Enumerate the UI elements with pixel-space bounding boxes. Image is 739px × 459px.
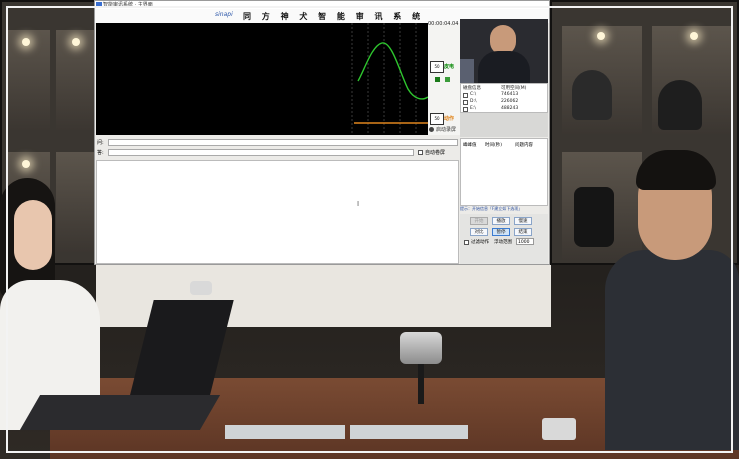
transcript-area[interactable] bbox=[96, 160, 459, 264]
auto-scroll-label[interactable]: 自动卷屏 bbox=[425, 149, 445, 156]
control-buttons: 开始 播放 慢速 对比 暂停 结束 过滤动作 浮动范围 1000 bbox=[460, 214, 548, 264]
filter-motion-checkbox[interactable] bbox=[464, 240, 469, 245]
start-button[interactable]: 开始 bbox=[470, 217, 488, 225]
disk-checkbox[interactable] bbox=[463, 93, 468, 98]
disk-space: 488243 bbox=[501, 106, 519, 111]
peak-col-question: 问题内容 bbox=[515, 143, 533, 148]
logo: sinapi bbox=[215, 11, 233, 18]
speaker bbox=[574, 187, 614, 247]
disk-header-name: 磁盘信息 bbox=[463, 86, 481, 91]
gsr-settings-icon[interactable] bbox=[445, 77, 450, 82]
end-button[interactable]: 结束 bbox=[514, 228, 532, 236]
helmet bbox=[658, 80, 702, 130]
peak-col-peak: 峰峰值 bbox=[463, 143, 477, 148]
window-titlebar: 智能审讯系统 · 主界面 bbox=[95, 1, 549, 9]
tray bbox=[350, 425, 468, 439]
question-row: 问: bbox=[96, 138, 459, 148]
answer-row: 答: 自动卷屏 bbox=[96, 148, 459, 158]
disk-space: 226062 bbox=[501, 99, 519, 104]
start-recording-label[interactable]: 启动录屏 bbox=[436, 126, 456, 133]
helmet bbox=[572, 70, 612, 120]
float-range-label: 浮动范围 bbox=[494, 240, 512, 245]
auto-scroll-checkbox[interactable] bbox=[418, 150, 423, 155]
disk-spacer bbox=[460, 113, 548, 137]
webcam bbox=[190, 281, 212, 295]
gsr-indicator-icon bbox=[435, 77, 440, 82]
disk-drive: E:\ bbox=[470, 106, 476, 111]
hint-text: 提示：开始信息「F建立如下选项」 bbox=[460, 206, 523, 211]
signal-chart bbox=[96, 23, 429, 135]
text-cursor-icon: I bbox=[357, 200, 360, 208]
motion-label: 动作 bbox=[444, 116, 455, 122]
slow-button[interactable]: 慢速 bbox=[514, 217, 532, 225]
record-icon[interactable] bbox=[429, 127, 434, 132]
answer-label: 答: bbox=[97, 150, 104, 156]
mic-stand bbox=[418, 364, 424, 404]
person-right-body bbox=[605, 250, 739, 450]
float-range-input[interactable]: 1000 bbox=[516, 238, 534, 245]
disk-space: 746413 bbox=[501, 92, 519, 97]
answer-input[interactable] bbox=[108, 149, 414, 156]
person-left-face bbox=[14, 200, 52, 270]
disk-checkbox[interactable] bbox=[463, 100, 468, 105]
question-input[interactable] bbox=[108, 139, 458, 146]
window-title: 智能审讯系统 · 主界面 bbox=[103, 2, 153, 8]
video-bg bbox=[460, 59, 474, 83]
lower-scale-input[interactable]: 50 bbox=[430, 113, 444, 125]
peak-col-time: 时间(秒) bbox=[485, 143, 503, 148]
signal-chart-svg bbox=[351, 23, 429, 135]
tray bbox=[225, 425, 345, 439]
disk-info-panel: 磁盘信息 可用空间(M) C:\ 746413 D:\ 226062 E:\ 4… bbox=[460, 83, 548, 113]
microphone-sensor bbox=[400, 332, 442, 364]
disk-drive: D:\ bbox=[470, 99, 477, 104]
filter-motion-label[interactable]: 过滤动作 bbox=[471, 239, 489, 245]
device-box bbox=[542, 418, 576, 440]
app-icon bbox=[96, 2, 102, 8]
elapsed-timer: 00:00:04.04 bbox=[428, 21, 459, 27]
laptop-keyboard bbox=[19, 395, 221, 430]
compare-button[interactable]: 对比 bbox=[470, 228, 488, 236]
question-label: 问: bbox=[97, 140, 104, 146]
play-button[interactable]: 播放 bbox=[492, 217, 510, 225]
gsr-label: 皮电 bbox=[444, 64, 455, 70]
disk-header-space: 可用空间(M) bbox=[501, 86, 527, 91]
system-title: 同 方 神 犬 智 能 审 讯 系 统 bbox=[243, 12, 425, 21]
app-window: 智能审讯系统 · 主界面 sinapi 同 方 神 犬 智 能 审 讯 系 统 … bbox=[94, 0, 550, 265]
peak-table: 峰峰值 时间(秒) 问题内容 bbox=[460, 138, 548, 206]
video-feed bbox=[460, 19, 548, 83]
upper-scale-input[interactable]: 50 bbox=[430, 61, 444, 73]
pause-button[interactable]: 暂停 bbox=[492, 228, 510, 236]
video-body bbox=[478, 51, 530, 83]
disk-checkbox[interactable] bbox=[463, 107, 468, 112]
disk-drive: C:\ bbox=[470, 92, 477, 97]
